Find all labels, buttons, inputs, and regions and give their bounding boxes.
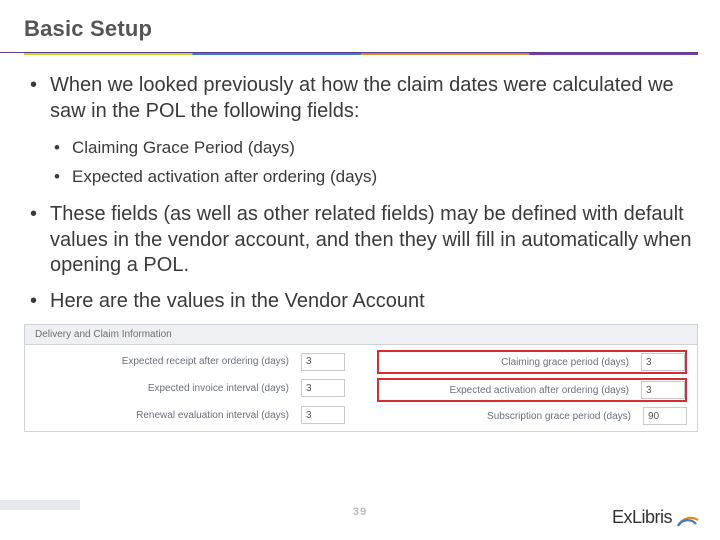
field-label: Subscription grace period (days) [377,411,643,422]
field-label: Expected invoice interval (days) [35,383,301,394]
bullet-text: When we looked previously at how the cla… [50,74,674,122]
brand-arc-icon [676,506,700,528]
sub-bullet-text: Claiming Grace Period (days) [72,138,295,157]
panel-body: Expected receipt after ordering (days) 3… [25,345,697,431]
bullet-item: Here are the values in the Vendor Accoun… [30,289,698,315]
bullet-item: When we looked previously at how the cla… [30,73,698,192]
vendor-account-panel: Delivery and Claim Information Expected … [24,324,698,432]
progress-bar [0,500,80,510]
highlighted-row: Claiming grace period (days) 3 [377,350,687,374]
bullet-text: Here are the values in the Vendor Accoun… [50,290,425,312]
sub-bullet-item: Expected activation after ordering (days… [50,163,698,192]
bullet-list: When we looked previously at how the cla… [30,73,698,314]
panel-heading: Delivery and Claim Information [25,325,697,345]
field-label: Claiming grace period (days) [379,357,641,368]
title-wrap: Basic Setup [0,16,698,53]
page-number: 39 [353,506,367,518]
field-value: 90 [643,407,687,425]
sub-bullet-list: Claiming Grace Period (days) Expected ac… [50,134,698,192]
field-value: 3 [641,381,685,399]
page-title: Basic Setup [24,16,674,42]
sub-bullet-item: Claiming Grace Period (days) [50,134,698,163]
field-value: 3 [301,406,345,424]
field-value: 3 [301,353,345,371]
footer: 39 ExLibris [0,496,720,540]
slide: Basic Setup When we looked previously at… [0,0,720,540]
field-label: Expected receipt after ordering (days) [35,356,301,367]
highlighted-row: Expected activation after ordering (days… [377,378,687,402]
sub-bullet-text: Expected activation after ordering (days… [72,167,377,186]
brand-logo: ExLibris [612,506,700,528]
brand-text: ExLibris [612,507,672,528]
bullet-item: These fields (as well as other related f… [30,202,698,279]
body: When we looked previously at how the cla… [0,55,720,314]
field-label: Renewal evaluation interval (days) [35,410,301,421]
panel-right-column: Claiming grace period (days) 3 Expected … [377,351,687,425]
panel-left-column: Expected receipt after ordering (days) 3… [35,351,345,425]
field-value: 3 [301,379,345,397]
field-value: 3 [641,353,685,371]
field-label: Expected activation after ordering (days… [379,385,641,396]
bullet-text: These fields (as well as other related f… [50,203,691,276]
